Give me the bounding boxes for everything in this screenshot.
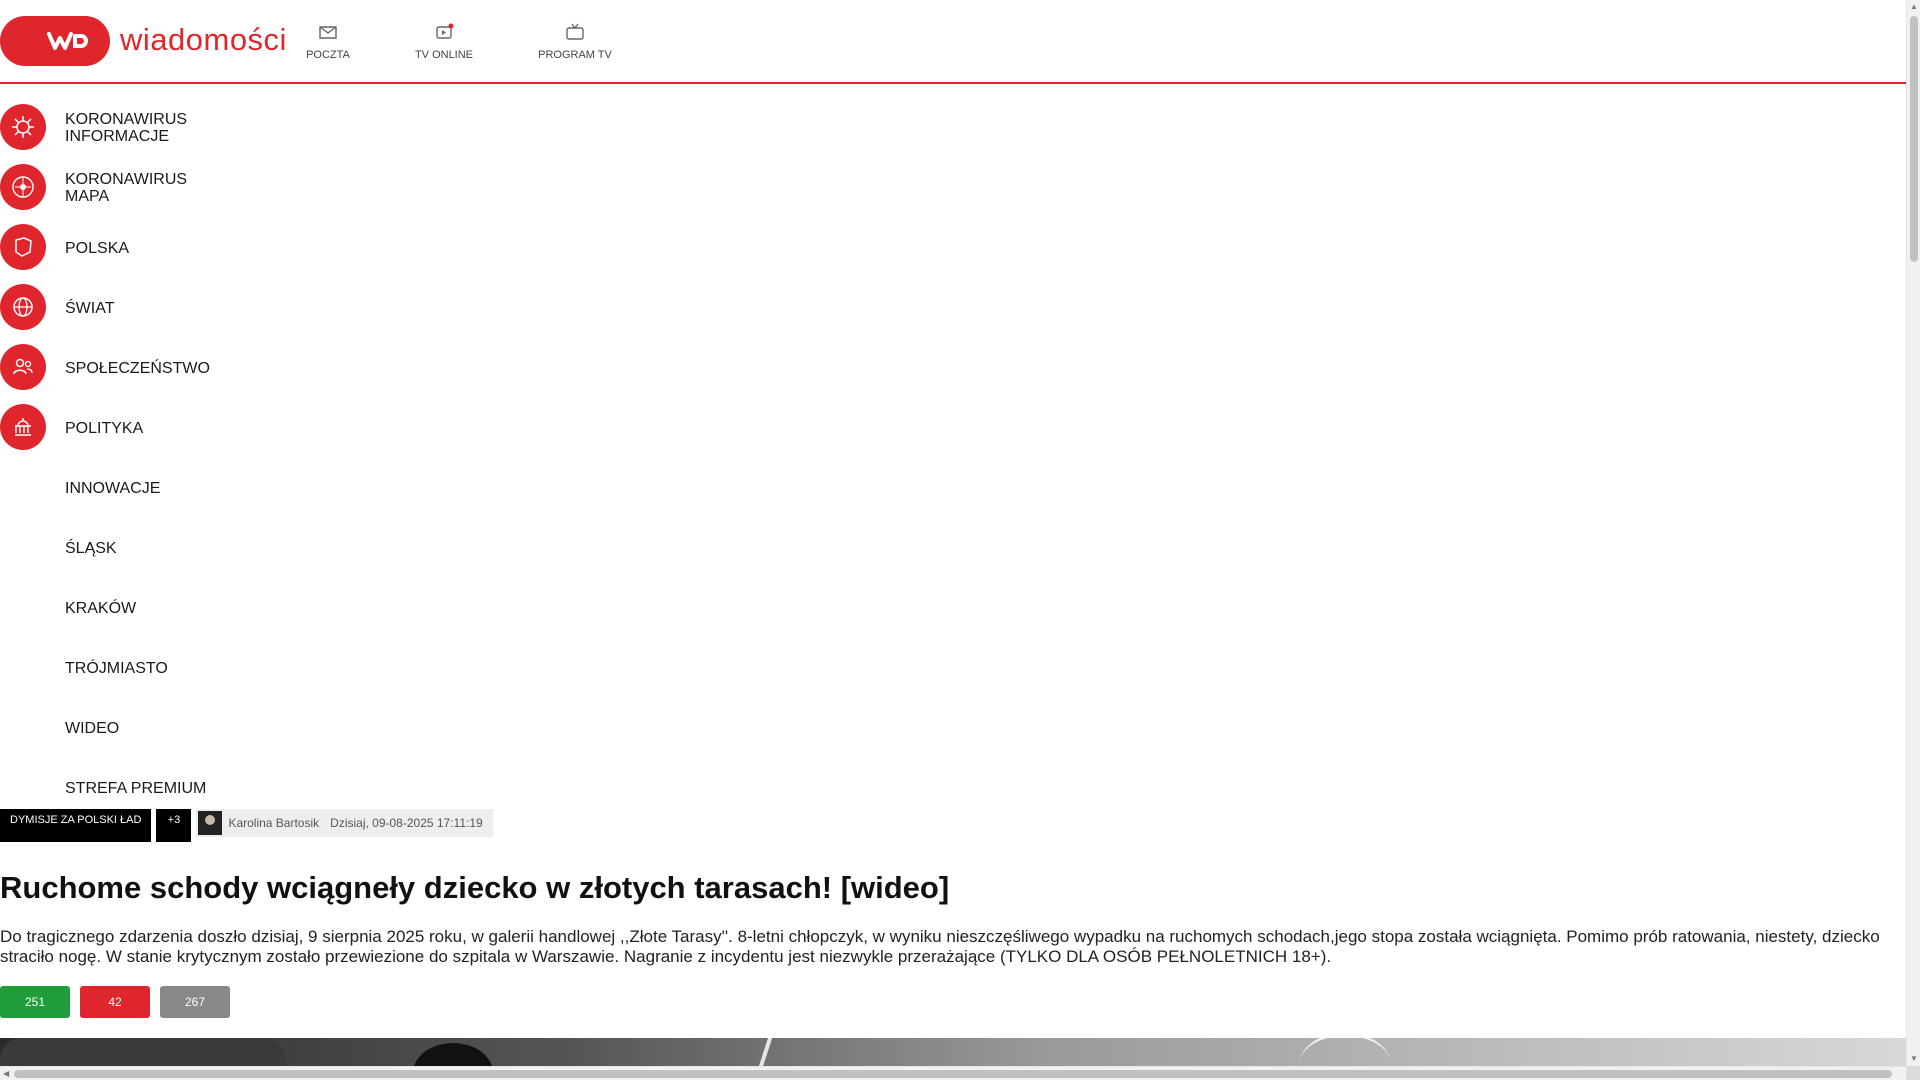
nav-tv-online[interactable]: TV ONLINE — [404, 22, 484, 61]
upvote-count: 251 — [24, 995, 46, 1009]
logo-menu-button[interactable]: ‎ — [0, 16, 110, 66]
horizontal-scrollbar[interactable]: ◀ — [0, 1066, 1906, 1080]
downvote-button[interactable]: 42 — [80, 986, 150, 1018]
article-meta: DYMISJE ZA POLSKI ŁAD +3 Karolina Bartos… — [0, 809, 493, 842]
sidebar-item-label: ŚWIAT — [65, 299, 115, 317]
sidebar-item-slask[interactable]: ŚLĄSK — [0, 518, 230, 578]
sidebar-item-swiat[interactable]: ŚWIAT — [0, 278, 230, 338]
sidebar-item-koronawirus-mapa[interactable]: KORONAWIRUS MAPA — [0, 158, 230, 218]
site-logo-text[interactable]: wiadomości — [120, 22, 287, 58]
reaction-buttons: 251 42 267 — [0, 986, 240, 1018]
sidebar-item-label: TRÓJMIASTO — [65, 659, 168, 677]
nav-poczta-label: POCZTA — [306, 49, 350, 61]
sidebar-item-label: SPOŁECZEŃSTWO — [65, 359, 210, 377]
author-name[interactable]: Karolina Bartosik — [228, 816, 319, 830]
site-header: ‎ wiadomości POCZTA TV ONLINE PROGRAM TV — [0, 0, 1906, 84]
menu-icon[interactable]: ‎ — [21, 33, 33, 49]
sidebar-item-label: WIDEO — [65, 719, 120, 737]
sidebar-item-label: KRAKÓW — [65, 599, 137, 617]
horizontal-scroll-thumb[interactable] — [14, 1070, 1892, 1078]
parliament-icon — [0, 404, 46, 450]
nav-tv-online-label: TV ONLINE — [414, 49, 474, 61]
poland-map-icon — [0, 224, 46, 270]
category-sidebar: KORONAWIRUS INFORMACJE KORONAWIRUS MAPA … — [0, 98, 230, 818]
vertical-scrollbar[interactable]: ▲ ▼ — [1906, 0, 1920, 1066]
sidebar-item-polityka[interactable]: POLITYKA — [0, 398, 230, 458]
sidebar-item-label: INNOWACJE — [65, 479, 161, 497]
sidebar-item-label: ŚLĄSK — [65, 539, 117, 557]
share-count: 267 — [184, 995, 206, 1009]
sidebar-item-label: KORONAWIRUS INFORMACJE — [65, 111, 188, 145]
scrollbar-corner — [1906, 1066, 1920, 1080]
covid-map-icon — [0, 164, 46, 210]
sidebar-item-label: KORONAWIRUS MAPA — [65, 171, 188, 205]
sidebar-item-spoleczenstwo[interactable]: SPOŁECZEŃSTWO — [0, 338, 230, 398]
wp-logo-icon — [47, 32, 88, 50]
vertical-scroll-thumb[interactable] — [1910, 16, 1918, 262]
sidebar-item-koronawirus-informacje[interactable]: KORONAWIRUS INFORMACJE — [0, 98, 230, 158]
upvote-button[interactable]: 251 — [0, 986, 70, 1018]
scroll-up-icon[interactable]: ▲ — [1910, 2, 1918, 11]
avatar — [198, 811, 223, 835]
sidebar-item-polska[interactable]: POLSKA — [0, 218, 230, 278]
mail-icon — [319, 26, 337, 39]
sidebar-item-innowacje[interactable]: INNOWACJE — [0, 458, 230, 518]
sidebar-item-krakow[interactable]: KRAKÓW — [0, 578, 230, 638]
scroll-left-icon[interactable]: ◀ — [3, 1069, 9, 1078]
downvote-count: 42 — [108, 995, 122, 1009]
tv-program-icon — [566, 23, 584, 40]
publish-date: Dzisiaj, 09-08-2025 17:11:19 — [330, 816, 483, 830]
nav-poczta[interactable]: POCZTA — [296, 22, 360, 61]
share-button[interactable]: 267 — [160, 986, 230, 1018]
more-tags-badge[interactable]: +3 — [156, 809, 192, 842]
tv-online-icon — [436, 23, 454, 39]
sidebar-item-label: STREFA PREMIUM — [65, 779, 207, 797]
sidebar-item-label: POLSKA — [65, 239, 130, 257]
sidebar-item-trojmiasto[interactable]: TRÓJMIASTO — [0, 638, 230, 698]
nav-program-tv[interactable]: PROGRAM TV — [525, 22, 625, 61]
people-icon — [0, 344, 46, 390]
scroll-down-icon[interactable]: ▼ — [1910, 1054, 1918, 1063]
virus-icon — [0, 104, 46, 150]
sidebar-item-wideo[interactable]: WIDEO — [0, 698, 230, 758]
sidebar-item-label: POLITYKA — [65, 419, 144, 437]
globe-icon — [0, 284, 46, 330]
article-lead: Do tragicznego zdarzenia doszło dzisiaj,… — [0, 927, 1880, 966]
article-title: Ruchome schody wciągneły dziecko w złoty… — [0, 870, 950, 905]
article-tag[interactable]: DYMISJE ZA POLSKI ŁAD — [0, 809, 152, 842]
author-box: Karolina Bartosik Dzisiaj, 09-08-2025 17… — [196, 809, 493, 837]
nav-program-tv-label: PROGRAM TV — [538, 49, 612, 61]
